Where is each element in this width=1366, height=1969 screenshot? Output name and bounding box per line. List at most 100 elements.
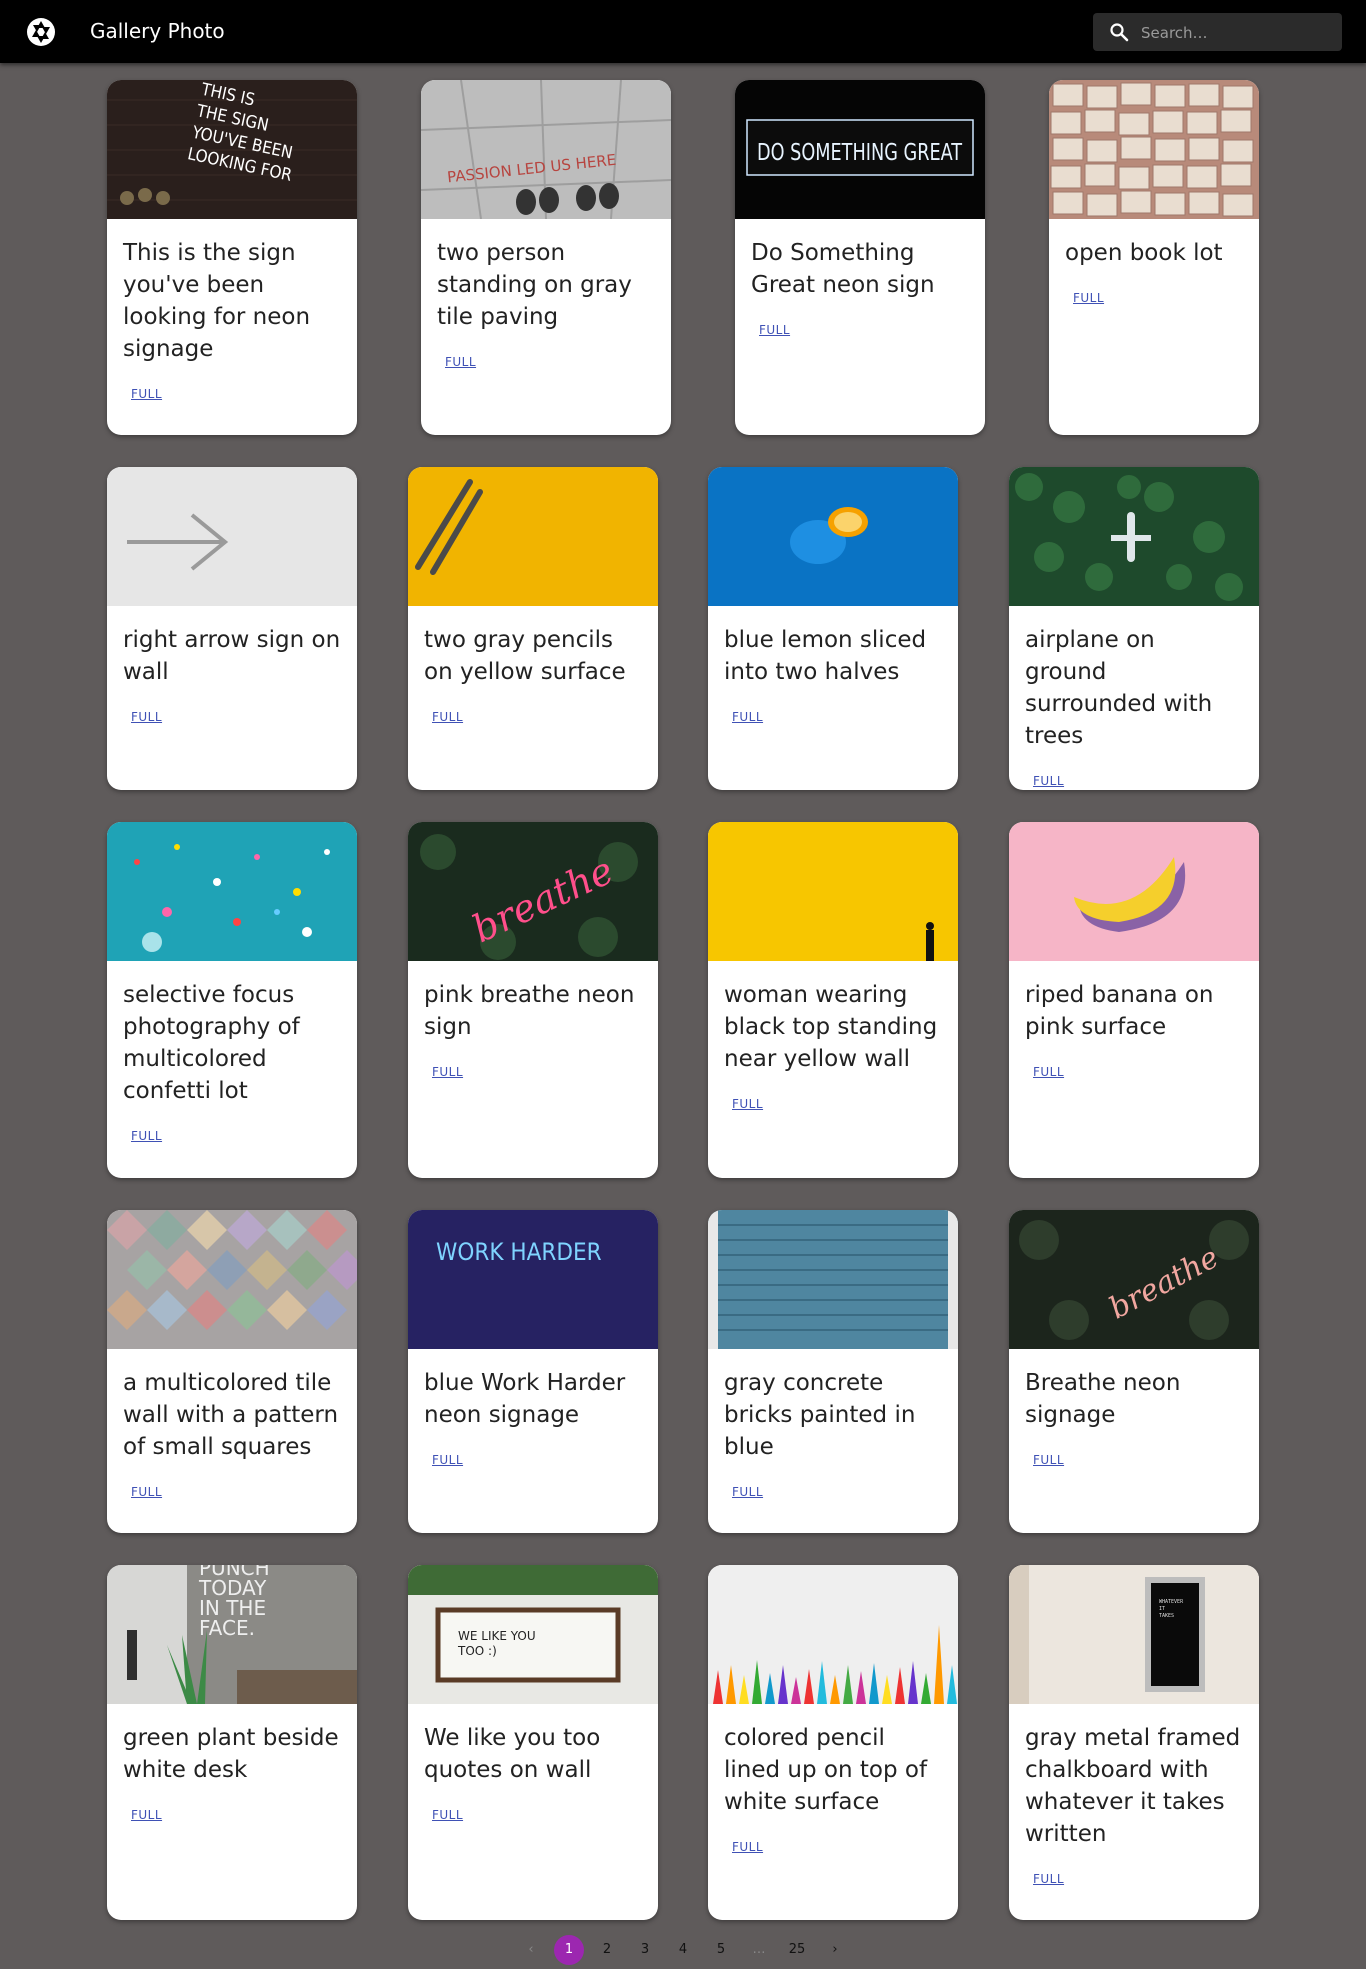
- card-title: riped banana on pink surface: [1025, 982, 1214, 1040]
- sign-text-1: WE LIKE YOU: [458, 1629, 536, 1643]
- card-image[interactable]: [107, 467, 357, 606]
- full-link[interactable]: FULL: [759, 323, 790, 337]
- photo-card[interactable]: WORK HARDER blue Work Harder neon signag…: [408, 1210, 658, 1533]
- card-title: woman wearing black top standing near ye…: [724, 982, 938, 1072]
- card-image[interactable]: PASSION LED US HERE: [421, 80, 671, 219]
- chalk-text-2: IT: [1159, 1606, 1165, 1612]
- full-link[interactable]: FULL: [732, 710, 763, 724]
- card-image[interactable]: [708, 822, 958, 961]
- photo-card[interactable]: PUNCH TODAY IN THE FACE. green plant bes…: [107, 1565, 357, 1920]
- next-page-button[interactable]: ›: [820, 1935, 850, 1965]
- full-link[interactable]: FULL: [732, 1485, 763, 1499]
- pagination-ellipsis: …: [752, 1942, 766, 1957]
- camera-aperture-icon[interactable]: [26, 17, 56, 47]
- card-title: colored pencil lined up on top of white …: [724, 1725, 928, 1815]
- card-title: two person standing on gray tile paving: [437, 240, 632, 330]
- card-title: Do Something Great neon sign: [751, 240, 935, 298]
- card-image[interactable]: [708, 1565, 958, 1704]
- card-image[interactable]: THIS IS THE SIGN YOU'VE BEEN LOOKING FOR: [107, 80, 357, 219]
- card-image[interactable]: [1009, 467, 1259, 606]
- photo-card[interactable]: selective focus photography of multicolo…: [107, 822, 357, 1178]
- app-bar: Gallery Photo: [0, 0, 1366, 63]
- photo-card[interactable]: a multicolored tile wall with a pattern …: [107, 1210, 357, 1533]
- app-title: Gallery Photo: [90, 19, 225, 43]
- full-link[interactable]: FULL: [432, 1453, 463, 1467]
- full-link[interactable]: FULL: [432, 1808, 463, 1822]
- card-title: pink breathe neon sign: [424, 982, 635, 1040]
- card-image[interactable]: [708, 1210, 958, 1349]
- page-button-25[interactable]: 25: [782, 1935, 812, 1965]
- photo-card[interactable]: woman wearing black top standing near ye…: [708, 822, 958, 1178]
- photo-card[interactable]: two gray pencils on yellow surface FULL: [408, 467, 658, 790]
- card-image[interactable]: breathe: [408, 822, 658, 961]
- full-link[interactable]: FULL: [432, 1065, 463, 1079]
- card-image[interactable]: WORK HARDER: [408, 1210, 658, 1349]
- full-link[interactable]: FULL: [1033, 1453, 1064, 1467]
- card-title: open book lot: [1065, 240, 1223, 266]
- photo-card[interactable]: riped banana on pink surface FULL: [1009, 822, 1259, 1178]
- card-image[interactable]: [107, 1210, 357, 1349]
- chalk-text-1: WHATEVER: [1159, 1599, 1184, 1605]
- photo-card[interactable]: DO SOMETHING GREAT Do Something Great ne…: [735, 80, 985, 435]
- full-link[interactable]: FULL: [131, 1808, 162, 1822]
- full-link[interactable]: FULL: [131, 387, 162, 401]
- photo-card[interactable]: breathe pink breathe neon sign FULL: [408, 822, 658, 1178]
- card-image[interactable]: DO SOMETHING GREAT: [735, 80, 985, 219]
- card-image[interactable]: breathe: [1009, 1210, 1259, 1349]
- full-link[interactable]: FULL: [131, 710, 162, 724]
- card-title: Breathe neon signage: [1025, 1370, 1181, 1428]
- neon-text: DO SOMETHING GREAT: [757, 140, 962, 166]
- full-link[interactable]: FULL: [131, 1485, 162, 1499]
- photo-card[interactable]: gray concrete bricks painted in blue FUL…: [708, 1210, 958, 1533]
- sign-text-2: TOO :): [457, 1644, 497, 1658]
- card-image[interactable]: [107, 822, 357, 961]
- page-button-2[interactable]: 2: [592, 1935, 622, 1965]
- search-input[interactable]: [1139, 13, 1333, 53]
- card-title: blue Work Harder neon signage: [424, 1370, 626, 1428]
- photo-card[interactable]: blue lemon sliced into two halves FULL: [708, 467, 958, 790]
- photo-card[interactable]: WE LIKE YOU TOO :) We like you too quote…: [408, 1565, 658, 1920]
- photo-card[interactable]: THIS IS THE SIGN YOU'VE BEEN LOOKING FOR…: [107, 80, 357, 435]
- full-link[interactable]: FULL: [1073, 291, 1104, 305]
- card-title: two gray pencils on yellow surface: [424, 627, 626, 685]
- photo-card[interactable]: right arrow sign on wall FULL: [107, 467, 357, 790]
- card-image[interactable]: WHATEVER IT TAKES: [1009, 1565, 1259, 1704]
- full-link[interactable]: FULL: [432, 710, 463, 724]
- card-image[interactable]: [408, 467, 658, 606]
- full-link[interactable]: FULL: [131, 1129, 162, 1143]
- card-title: We like you too quotes on wall: [424, 1725, 601, 1783]
- card-title: gray concrete bricks painted in blue: [724, 1370, 916, 1460]
- photo-card[interactable]: open book lot FULL: [1049, 80, 1259, 435]
- wall-text-4: FACE.: [199, 1616, 255, 1640]
- photo-card[interactable]: breathe Breathe neon signage FULL: [1009, 1210, 1259, 1533]
- photo-card[interactable]: colored pencil lined up on top of white …: [708, 1565, 958, 1920]
- card-title: green plant beside white desk: [123, 1725, 339, 1783]
- card-image[interactable]: [1009, 822, 1259, 961]
- page-button-3[interactable]: 3: [630, 1935, 660, 1965]
- card-title: gray metal framed chalkboard with whatev…: [1025, 1725, 1241, 1847]
- full-link[interactable]: FULL: [445, 355, 476, 369]
- photo-card[interactable]: WHATEVER IT TAKES gray metal framed chal…: [1009, 1565, 1259, 1920]
- card-image[interactable]: [708, 467, 958, 606]
- prev-page-button[interactable]: ‹: [516, 1935, 546, 1965]
- full-link[interactable]: FULL: [1033, 1065, 1064, 1079]
- photo-card[interactable]: PASSION LED US HERE two person standing …: [421, 80, 671, 435]
- page-button-5[interactable]: 5: [706, 1935, 736, 1965]
- photo-card[interactable]: airplane on ground surrounded with trees…: [1009, 467, 1259, 790]
- card-image[interactable]: [1049, 80, 1259, 219]
- search-icon: [1110, 23, 1129, 42]
- full-link[interactable]: FULL: [732, 1840, 763, 1854]
- card-image[interactable]: WE LIKE YOU TOO :): [408, 1565, 658, 1704]
- chalk-text-3: TAKES: [1159, 1613, 1174, 1619]
- card-title: right arrow sign on wall: [123, 627, 341, 685]
- full-link[interactable]: FULL: [1033, 1872, 1064, 1886]
- card-title: selective focus photography of multicolo…: [123, 982, 300, 1104]
- page-button-4[interactable]: 4: [668, 1935, 698, 1965]
- page-button-1[interactable]: 1: [554, 1935, 584, 1965]
- card-image[interactable]: PUNCH TODAY IN THE FACE.: [107, 1565, 357, 1704]
- full-link[interactable]: FULL: [1033, 774, 1064, 788]
- card-title: This is the sign you've been looking for…: [123, 240, 311, 362]
- full-link[interactable]: FULL: [732, 1097, 763, 1111]
- card-title: airplane on ground surrounded with trees: [1025, 627, 1213, 749]
- search-box[interactable]: [1093, 13, 1342, 53]
